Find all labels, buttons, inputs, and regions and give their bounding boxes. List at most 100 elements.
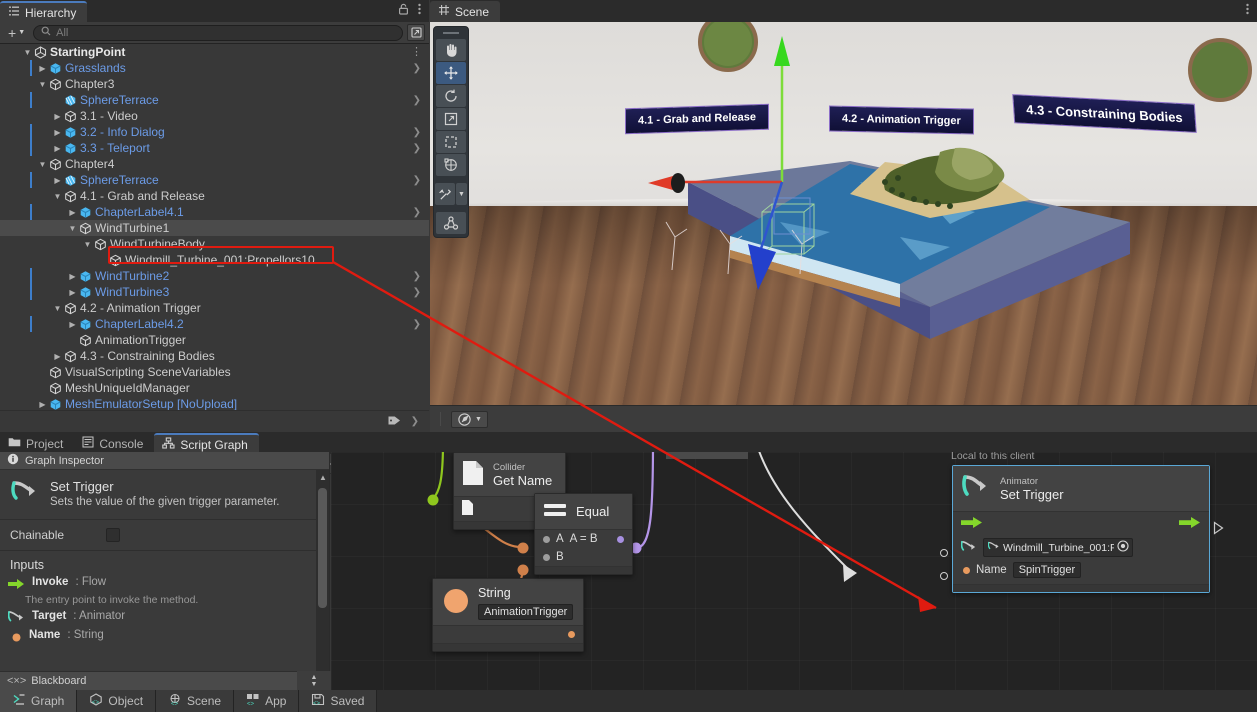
hierarchy-item-3-3-teleport[interactable]: ▶3.3 - Teleport❯ [0, 140, 429, 156]
hierarchy-item-visualscripting-scenevariables[interactable]: VisualScripting SceneVariables [0, 364, 429, 380]
footer-tab-saved[interactable]: <> Saved [299, 690, 377, 712]
node-right-flow-arrow-icon[interactable] [1213, 521, 1225, 538]
object-picker-icon[interactable] [1117, 540, 1129, 555]
hierarchy-item-chapter4[interactable]: ▼Chapter4 [0, 156, 429, 172]
hierarchy-item-open-prefab-icon[interactable]: ❯ [413, 127, 421, 138]
chevron-right-icon[interactable]: ▶ [52, 352, 63, 361]
output-port-result[interactable] [617, 536, 624, 543]
hierarchy-item-startingpoint[interactable]: ▼StartingPoint⋮ [0, 44, 429, 60]
output-port[interactable] [568, 631, 575, 638]
chevron-right-icon[interactable]: ▶ [67, 320, 78, 329]
node-left-port-2[interactable] [940, 572, 948, 580]
chevron-down-icon[interactable]: ▼ [22, 48, 33, 57]
pivot-tool-button[interactable] [436, 212, 466, 234]
add-gameobject-button[interactable]: + ▼ [4, 24, 29, 42]
stepper-down-icon[interactable]: ▼ [311, 681, 318, 688]
custom-tool-dropdown[interactable]: ▼ [456, 183, 467, 205]
node-string-literal[interactable]: String AnimationTrigger [432, 578, 584, 652]
chevron-right-icon[interactable]: ▶ [67, 288, 78, 297]
hierarchy-item-open-prefab-icon[interactable]: ❯ [413, 287, 421, 298]
chevron-right-icon[interactable]: ▶ [52, 112, 63, 121]
chevron-down-icon[interactable]: ▼ [37, 160, 48, 169]
hierarchy-item-sphereterrace[interactable]: SphereTerrace❯ [0, 92, 429, 108]
chevron-down-icon[interactable]: ▼ [67, 224, 78, 233]
tab-console[interactable]: Console [74, 433, 154, 454]
rotate-tool-button[interactable] [436, 85, 466, 107]
hierarchy-item-animationtrigger[interactable]: AnimationTrigger [0, 332, 429, 348]
hierarchy-item-windturbine1[interactable]: ▼WindTurbine1 [0, 220, 429, 236]
hierarchy-search-input[interactable]: All [33, 25, 403, 41]
graph-canvas[interactable]: Collider Get Name [331, 452, 1257, 690]
tab-hierarchy[interactable]: Hierarchy [0, 1, 87, 22]
hierarchy-item-windturbine2[interactable]: ▶WindTurbine2❯ [0, 268, 429, 284]
stepper-up-icon[interactable]: ▲ [311, 674, 318, 681]
move-tool-button[interactable] [436, 62, 466, 84]
flow-input-arrow-icon[interactable] [961, 517, 983, 531]
hierarchy-item-open-prefab-icon[interactable]: ❯ [413, 63, 421, 74]
scene-kebab-menu-icon[interactable] [1246, 3, 1249, 18]
chevron-right-icon[interactable]: ▶ [52, 128, 63, 137]
hierarchy-footer-chevron-icon[interactable]: ❯ [411, 416, 419, 427]
input-port-b[interactable] [543, 554, 550, 561]
chevron-down-icon[interactable]: ▼ [52, 304, 63, 313]
hierarchy-item-open-prefab-icon[interactable]: ❯ [413, 175, 421, 186]
hierarchy-item-sphereterrace[interactable]: ▶SphereTerrace❯ [0, 172, 429, 188]
chevron-down-icon[interactable]: ▼ [82, 240, 93, 249]
chainable-checkbox[interactable] [106, 528, 120, 542]
scene-camera-button[interactable]: ▼ [451, 411, 488, 428]
hand-tool-button[interactable] [436, 39, 466, 61]
chevron-right-icon[interactable]: ▶ [67, 208, 78, 217]
blackboard-bar[interactable]: <×> Blackboard [0, 671, 330, 690]
hierarchy-expand-button[interactable] [407, 24, 425, 41]
hierarchy-item-4-3-constraining-bodies[interactable]: ▶4.3 - Constraining Bodies [0, 348, 429, 364]
chevron-right-icon[interactable]: ▶ [37, 400, 48, 409]
node-left-port-1[interactable] [940, 549, 948, 557]
hierarchy-item-open-prefab-icon[interactable]: ❯ [413, 271, 421, 282]
hierarchy-item-open-prefab-icon[interactable]: ❯ [413, 319, 421, 330]
hierarchy-item-chapterlabel4-1[interactable]: ▶ChapterLabel4.1❯ [0, 204, 429, 220]
hierarchy-item-4-2-animation-trigger[interactable]: ▼4.2 - Animation Trigger [0, 300, 429, 316]
transform-tool-button[interactable] [436, 154, 466, 176]
hierarchy-item-menu-icon[interactable]: ⋮ [411, 48, 422, 56]
node-animator-set-trigger[interactable]: Animator Set Trigger [952, 465, 1210, 593]
hierarchy-tree[interactable]: ▼StartingPoint⋮▶Grasslands❯▼Chapter3Sphe… [0, 44, 429, 432]
hierarchy-item-chapter3[interactable]: ▼Chapter3 [0, 76, 429, 92]
hierarchy-item-3-2-info-dialog[interactable]: ▶3.2 - Info Dialog❯ [0, 124, 429, 140]
chevron-down-icon[interactable]: ▼ [52, 192, 63, 201]
chevron-right-icon[interactable]: ▶ [52, 144, 63, 153]
node-equal[interactable]: Equal A A = B B [534, 493, 633, 575]
tab-project[interactable]: Project [0, 433, 74, 454]
kebab-menu-icon[interactable] [418, 3, 421, 18]
hierarchy-item-chapterlabel4-2[interactable]: ▶ChapterLabel4.2❯ [0, 316, 429, 332]
hierarchy-item-windturbine3[interactable]: ▶WindTurbine3❯ [0, 284, 429, 300]
chevron-right-icon[interactable]: ▶ [52, 176, 63, 185]
hierarchy-item-open-prefab-icon[interactable]: ❯ [413, 95, 421, 106]
chevron-right-icon[interactable]: ▶ [67, 272, 78, 281]
hierarchy-item-3-1-video[interactable]: ▶3.1 - Video [0, 108, 429, 124]
chevron-down-icon[interactable]: ▼ [37, 80, 48, 89]
inspector-scrollbar[interactable]: ▲ ▼ [316, 470, 329, 690]
rect-tool-button[interactable] [436, 131, 466, 153]
scale-tool-button[interactable] [436, 108, 466, 130]
footer-tab-graph[interactable]: Graph [0, 690, 77, 712]
hierarchy-item-open-prefab-icon[interactable]: ❯ [413, 143, 421, 154]
tab-scene[interactable]: Scene [430, 1, 500, 22]
trigger-name-field[interactable]: SpinTrigger [1013, 562, 1081, 578]
scene-viewport[interactable]: 4.1 - Grab and Release 4.2 - Animation T… [430, 22, 1257, 405]
hierarchy-item-grasslands[interactable]: ▶Grasslands❯ [0, 60, 429, 76]
name-input-port[interactable] [963, 567, 970, 574]
tab-script-graph[interactable]: Script Graph [154, 433, 258, 454]
footer-tab-object[interactable]: <> Object [77, 690, 156, 712]
target-port-icon[interactable] [961, 540, 977, 556]
hierarchy-item-4-1-grab-and-release[interactable]: ▼4.1 - Grab and Release [0, 188, 429, 204]
inspector-scroll-thumb[interactable] [318, 488, 327, 608]
custom-tool-button[interactable] [435, 183, 455, 205]
input-port-a[interactable] [543, 536, 550, 543]
footer-tab-app[interactable]: <> App [234, 690, 299, 712]
string-value-field[interactable]: AnimationTrigger [478, 604, 573, 620]
lock-icon[interactable] [398, 3, 409, 18]
chevron-right-icon[interactable]: ▶ [37, 64, 48, 73]
footer-tab-scene[interactable]: <> Scene [156, 690, 234, 712]
hierarchy-item-meshuniqueidmanager[interactable]: MeshUniqueIdManager [0, 380, 429, 396]
animator-target-field[interactable]: Windmill_Turbine_001:Propell [983, 538, 1133, 557]
